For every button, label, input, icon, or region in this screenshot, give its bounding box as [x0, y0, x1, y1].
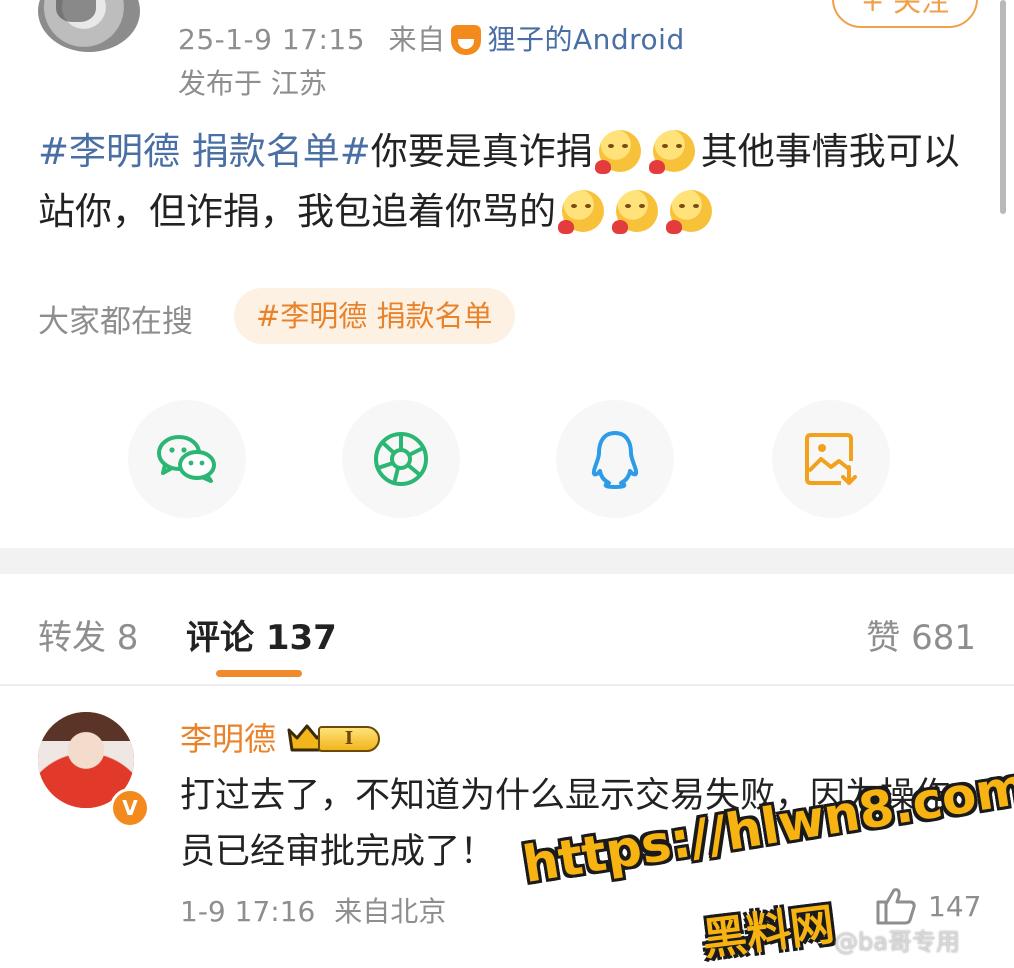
post-text-1: 你要是真诈捐: [370, 130, 593, 173]
trending-search-chip[interactable]: #李明德 捐款名单: [234, 288, 515, 344]
post-timestamp: 25-1-9 17:15: [178, 23, 366, 56]
blush-heart-emoji-icon: [612, 190, 658, 234]
post-location: 发布于 江苏: [178, 67, 327, 100]
comment-source: 来自北京: [334, 895, 447, 928]
trending-search-label: 大家都在搜: [38, 304, 193, 340]
comment-author[interactable]: 李明德 I: [180, 714, 386, 760]
verified-badge-icon: V: [110, 788, 150, 828]
blush-heart-emoji-icon: [648, 130, 695, 174]
post-meta: 25-1-9 17:15 来自 狸子的Android: [178, 18, 685, 58]
section-divider: [0, 548, 1014, 574]
author-avatar[interactable]: [38, 0, 140, 52]
fox-icon: [451, 25, 482, 55]
post-source-device[interactable]: 狸子的Android: [487, 23, 684, 56]
blush-heart-emoji-icon: [666, 190, 712, 234]
share-moments-button[interactable]: [342, 400, 460, 518]
share-qq-button[interactable]: [556, 400, 674, 518]
wechat-icon: [157, 435, 216, 483]
save-image-icon: [805, 433, 857, 485]
watermark-user: @ba哥专用: [834, 928, 960, 956]
moments-icon: [374, 432, 428, 486]
post-source-prefix: 来自: [388, 23, 446, 56]
tab-forward[interactable]: 转发 8: [38, 610, 138, 659]
save-image-button[interactable]: [772, 400, 890, 518]
thumbs-up-icon[interactable]: [874, 886, 918, 926]
level-badge: I: [286, 722, 386, 754]
watermark-name: 黑料网: [699, 899, 838, 966]
level-label: I: [318, 726, 381, 752]
blush-heart-emoji-icon: [594, 130, 641, 174]
qq-icon: [591, 431, 639, 489]
follow-button[interactable]: + 关注: [832, 0, 978, 28]
tabs-divider: [0, 684, 1014, 686]
share-wechat-button[interactable]: [128, 400, 246, 518]
comment-like-count: 147: [928, 890, 982, 923]
comment-meta: 1-9 17:16 来自北京: [180, 890, 446, 930]
post-body: #李明德 捐款名单#你要是真诈捐 其他事情我可以站你，但诈捐，我包追着你骂的: [38, 122, 978, 242]
tab-like[interactable]: 赞 681: [866, 610, 976, 659]
blush-heart-emoji-icon: [558, 190, 604, 234]
commenter-avatar[interactable]: V: [38, 712, 150, 828]
tab-comment[interactable]: 评论 137: [186, 610, 337, 659]
post-hashtag[interactable]: #李明德 捐款名单#: [38, 130, 371, 173]
comment-time: 1-9 17:16: [180, 895, 316, 928]
active-tab-indicator: [216, 670, 302, 677]
scrollbar[interactable]: [1000, 0, 1006, 214]
comment-author-name[interactable]: 李明德: [180, 720, 276, 758]
